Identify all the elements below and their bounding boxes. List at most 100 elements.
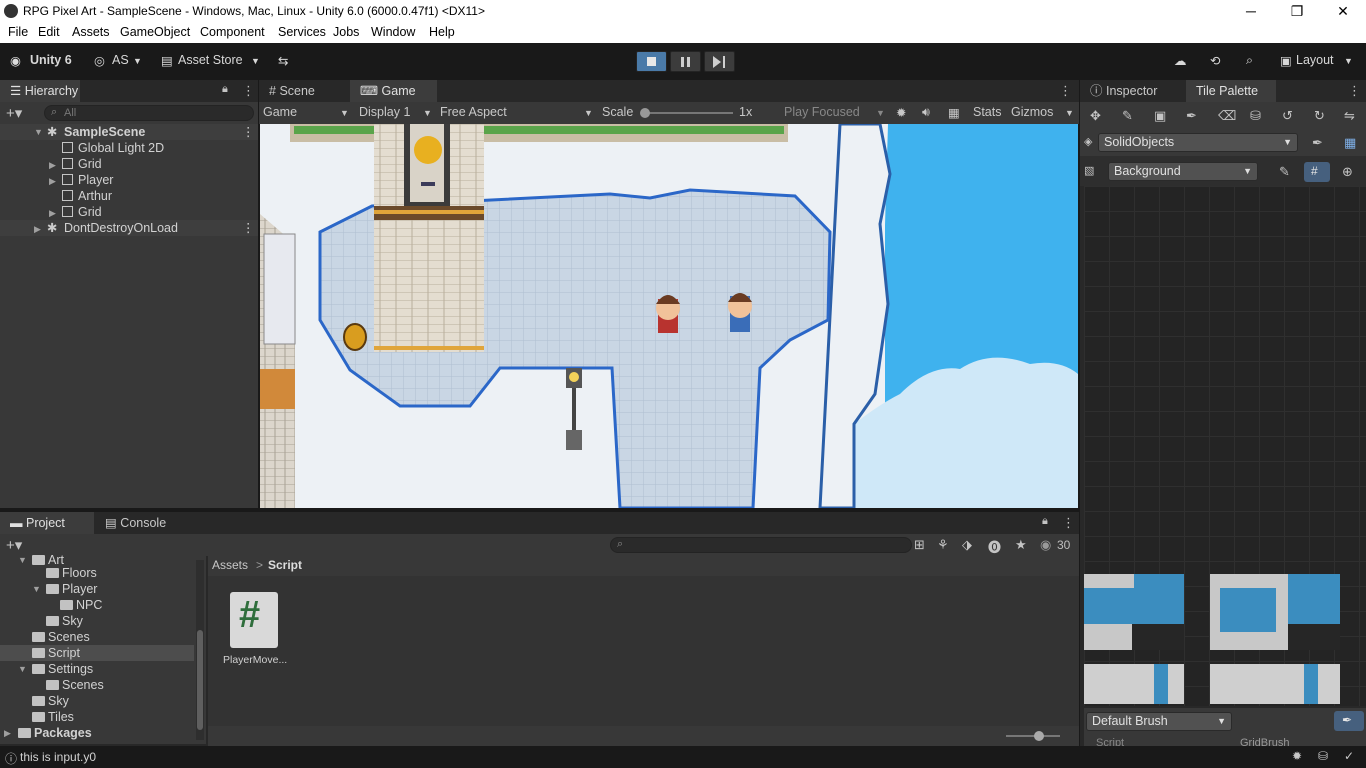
- edit-palette-icon[interactable]: ▦: [1344, 135, 1356, 151]
- csharp-script-icon[interactable]: #: [230, 592, 278, 648]
- gizmos-button[interactable]: Gizmos: [1011, 105, 1053, 119]
- expand-icon[interactable]: ▶: [34, 221, 41, 237]
- maximize-button[interactable]: ❐: [1274, 0, 1320, 22]
- tree-item[interactable]: Scenes: [0, 677, 194, 693]
- tab-tile-palette[interactable]: Tile Palette: [1186, 80, 1276, 102]
- more-icon[interactable]: ⋮: [242, 124, 255, 140]
- menu-file[interactable]: File: [8, 25, 28, 39]
- eraser-icon[interactable]: ⌫: [1218, 108, 1236, 124]
- tree-item[interactable]: Floors: [0, 565, 194, 581]
- tab-game[interactable]: ⌨ Game: [350, 80, 437, 102]
- edit-icon[interactable]: ✎: [1279, 164, 1290, 180]
- scrollbar-thumb[interactable]: [197, 630, 203, 730]
- tab-project[interactable]: ▬ Project: [0, 512, 94, 534]
- check-icon[interactable]: ✓: [1344, 749, 1354, 763]
- gizmo-icon[interactable]: ⊕: [1342, 164, 1353, 180]
- unity-account-icon[interactable]: ◉: [10, 53, 21, 68]
- hierarchy-item[interactable]: ▶ Grid: [0, 204, 258, 220]
- tree-item[interactable]: Scenes: [0, 629, 194, 645]
- menu-gameobject[interactable]: GameObject: [120, 25, 190, 39]
- expand-icon[interactable]: ▼: [34, 124, 43, 140]
- menu-help[interactable]: Help: [429, 25, 455, 39]
- unity-version-label[interactable]: Unity 6: [30, 53, 72, 67]
- more-icon[interactable]: ⋮: [242, 83, 255, 99]
- add-icon[interactable]: +▾: [6, 104, 22, 122]
- asset-label[interactable]: PlayerMove...: [223, 654, 287, 666]
- lock-icon[interactable]: 🔒︎: [222, 83, 228, 96]
- keyboard-icon[interactable]: ▦: [948, 105, 960, 120]
- lock-icon[interactable]: 🔒︎: [1042, 515, 1048, 528]
- asset-store-dropdown[interactable]: Asset Store: [178, 53, 243, 67]
- pause-button[interactable]: [670, 51, 701, 72]
- menu-edit[interactable]: Edit: [38, 25, 60, 39]
- expand-icon[interactable]: ▼: [18, 661, 27, 677]
- search-type-icon[interactable]: ⊞: [914, 537, 925, 553]
- more-icon[interactable]: ⋮: [1348, 83, 1361, 99]
- filter-type-icon[interactable]: ⚘: [937, 537, 949, 553]
- status-message[interactable]: this is input.y0: [20, 750, 96, 764]
- tree-item[interactable]: Sky: [0, 613, 194, 629]
- menu-window[interactable]: Window: [371, 25, 415, 39]
- search-icon[interactable]: ⌕: [1246, 53, 1253, 68]
- more-icon[interactable]: ⋮: [1059, 83, 1072, 99]
- paint-brush-icon[interactable]: ✎: [1122, 108, 1133, 124]
- hierarchy-item[interactable]: ▶ Grid: [0, 156, 258, 172]
- aspect-dropdown[interactable]: Free Aspect: [440, 105, 507, 119]
- scene-row[interactable]: ▼ ✱ SampleScene ⋮: [0, 124, 258, 140]
- brush-pick-button[interactable]: ✒: [1334, 711, 1364, 731]
- tab-console[interactable]: ▤ Console: [95, 512, 175, 534]
- hierarchy-item[interactable]: ▶ Player: [0, 172, 258, 188]
- close-button[interactable]: ✕: [1320, 0, 1366, 22]
- menu-component[interactable]: Component: [200, 25, 265, 39]
- scale-slider-handle[interactable]: [640, 108, 650, 118]
- menu-assets[interactable]: Assets: [72, 25, 110, 39]
- display-dropdown[interactable]: Display 1: [359, 105, 410, 119]
- box-fill-icon[interactable]: ▣: [1154, 108, 1166, 124]
- rotate-ccw-icon[interactable]: ↺: [1282, 108, 1293, 124]
- debug-icon[interactable]: ✹: [1292, 749, 1302, 763]
- game-viewport[interactable]: [260, 124, 1078, 508]
- tree-item[interactable]: ▶ Packages: [0, 725, 194, 741]
- play-focused-dropdown[interactable]: Play Focused: [784, 105, 860, 119]
- expand-icon[interactable]: ▶: [49, 205, 56, 221]
- expand-icon[interactable]: ▶: [49, 157, 56, 173]
- tab-scene[interactable]: # Scene: [259, 80, 349, 102]
- icon-size-slider[interactable]: [1006, 735, 1060, 737]
- hierarchy-search-input[interactable]: ⌕ All: [44, 105, 254, 121]
- tab-hierarchy[interactable]: ☰ Hierarchy: [0, 80, 80, 102]
- layout-dropdown[interactable]: Layout: [1296, 53, 1334, 67]
- rotate-cw-icon[interactable]: ↻: [1314, 108, 1325, 124]
- palette-dropdown[interactable]: SolidObjects ▼: [1098, 133, 1298, 152]
- tree-item[interactable]: Tiles: [0, 709, 194, 725]
- version-control-icon[interactable]: ⇆: [278, 53, 288, 68]
- audio-icon[interactable]: 🔊︎: [922, 105, 930, 120]
- hierarchy-item[interactable]: Arthur: [0, 188, 258, 204]
- tree-item[interactable]: Sky: [0, 693, 194, 709]
- brush-dropdown[interactable]: Default Brush ▼: [1086, 712, 1232, 731]
- breadcrumb-assets[interactable]: Assets: [212, 558, 248, 572]
- warning-icon[interactable]: ⓿: [988, 537, 1001, 556]
- label-icon[interactable]: ⬗: [962, 537, 972, 553]
- grid-toggle[interactable]: #: [1304, 162, 1330, 182]
- hierarchy-item[interactable]: Global Light 2D: [0, 140, 258, 156]
- bake-icon[interactable]: ⛁: [1318, 749, 1328, 763]
- active-tilemap-dropdown[interactable]: Background ▼: [1108, 162, 1258, 181]
- tile-palette-grid[interactable]: [1084, 186, 1366, 706]
- move-tool-icon[interactable]: ✥: [1090, 108, 1101, 124]
- tree-item[interactable]: NPC: [0, 597, 194, 613]
- game-mode-dropdown[interactable]: Game: [263, 105, 297, 119]
- expand-icon[interactable]: ▶: [49, 173, 56, 189]
- dontdestroy-row[interactable]: ▶ ✱ DontDestroyOnLoad ⋮: [0, 220, 258, 236]
- tab-inspector[interactable]: ⓘ Inspector: [1080, 80, 1186, 102]
- expand-icon[interactable]: ▶: [4, 725, 11, 741]
- flip-icon[interactable]: ⇋: [1344, 108, 1355, 124]
- breadcrumb-script[interactable]: Script: [268, 558, 302, 572]
- menu-services[interactable]: Services: [278, 25, 326, 39]
- star-icon[interactable]: ★: [1015, 537, 1027, 553]
- icon-size-slider-handle[interactable]: [1034, 731, 1044, 741]
- picker-icon[interactable]: ✒: [1186, 108, 1197, 124]
- bug-icon[interactable]: ✹: [896, 105, 906, 120]
- minimize-button[interactable]: ─: [1228, 0, 1274, 22]
- stats-button[interactable]: Stats: [973, 105, 1002, 119]
- tree-item[interactable]: ▼ Settings: [0, 661, 194, 677]
